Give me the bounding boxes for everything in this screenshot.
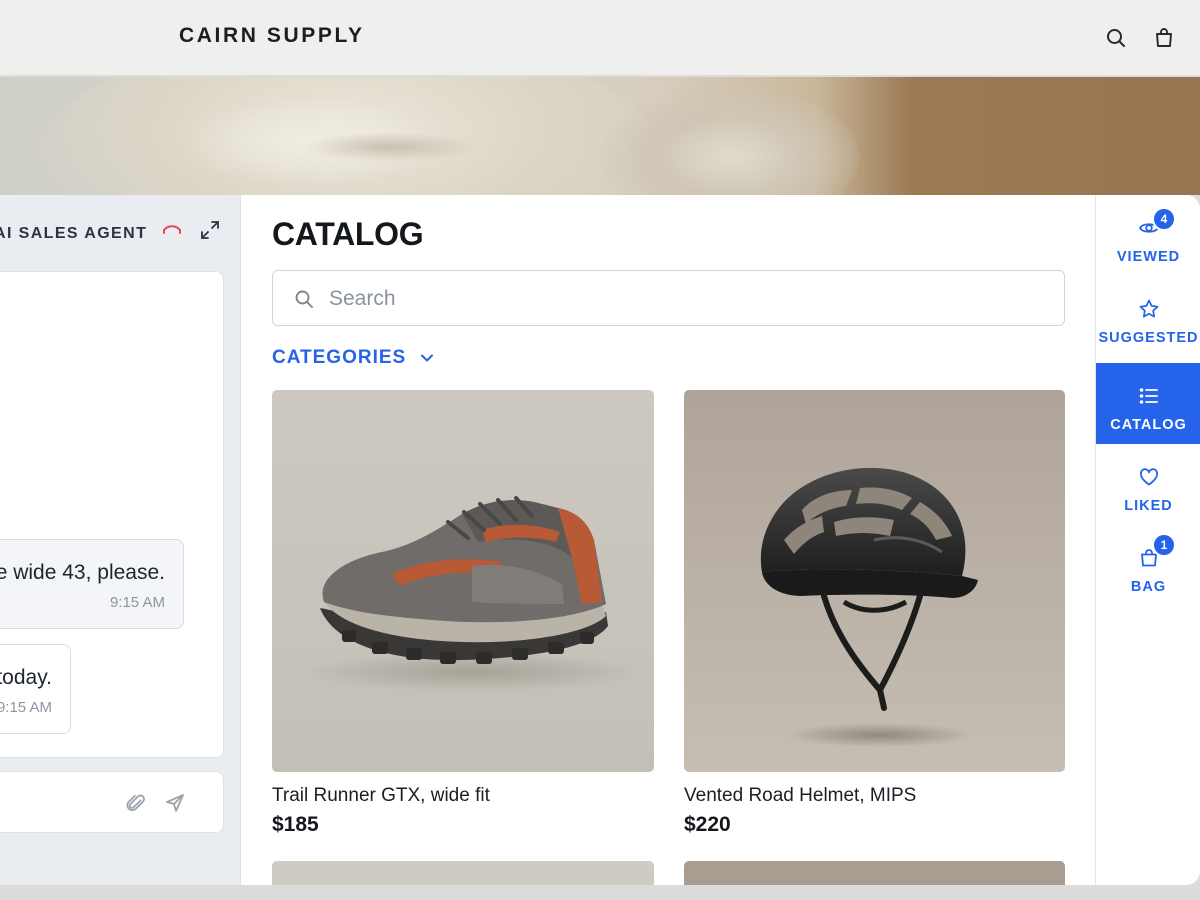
rail-item-bag[interactable]: 1 BAG: [1096, 525, 1200, 606]
product-card[interactable]: [272, 861, 654, 885]
send-icon[interactable]: [164, 792, 186, 814]
product-price: $185: [272, 813, 319, 836]
heart-icon: [1140, 468, 1158, 486]
user-message: ne wide 43, please. 9:15 AM: [0, 539, 184, 629]
search-input[interactable]: [329, 283, 1029, 315]
rail-item-label: CATALOG: [1110, 417, 1187, 433]
message-text: s today.: [0, 666, 52, 689]
rail-item-catalog[interactable]: CATALOG: [1096, 363, 1200, 444]
product-image[interactable]: [272, 861, 654, 885]
product-image[interactable]: [684, 861, 1065, 885]
brand-logo[interactable]: CAIRN SUPPLY: [179, 24, 365, 48]
product-card[interactable]: [684, 861, 1065, 885]
message-text: ne wide 43, please.: [0, 561, 165, 584]
product-card[interactable]: Vented Road Helmet, MIPS $220: [684, 390, 1065, 837]
side-rail: 4 VIEWED SUGGESTED CATALOG LIKED 1 BAG: [1095, 195, 1200, 885]
list-icon: [1139, 388, 1158, 404]
product-name[interactable]: Trail Runner GTX, wide fit: [272, 785, 654, 807]
search-field[interactable]: [272, 270, 1065, 326]
shopping-bag-icon[interactable]: [1152, 26, 1176, 50]
rail-item-viewed[interactable]: 4 VIEWED: [1096, 195, 1200, 276]
rail-item-suggested[interactable]: SUGGESTED: [1096, 276, 1200, 357]
product-price: $220: [684, 813, 731, 836]
rail-item-label: BAG: [1130, 579, 1167, 595]
viewed-badge: 4: [1152, 207, 1176, 231]
star-icon: [1139, 299, 1159, 318]
expand-icon[interactable]: [199, 219, 221, 241]
product-image[interactable]: [272, 390, 654, 772]
rail-item-label: VIEWED: [1116, 249, 1181, 265]
product-card[interactable]: Trail Runner GTX, wide fit $185: [272, 390, 654, 837]
chat-messages[interactable]: ne wide 43, please. 9:15 AM s today. 9:1…: [0, 271, 224, 758]
main-panel: AI SALES AGENT ne wide 43, please. 9:15 …: [0, 195, 1200, 885]
message-input[interactable]: [1, 788, 141, 818]
search-icon[interactable]: [1104, 26, 1128, 50]
categories-dropdown[interactable]: CATEGORIES: [272, 345, 436, 371]
product-image[interactable]: [684, 390, 1065, 772]
top-bar: CAIRN SUPPLY: [0, 0, 1200, 76]
catalog-section: CATALOG CATEGORIES: [242, 195, 1095, 885]
message-time: 9:15 AM: [109, 594, 165, 611]
hang-up-icon[interactable]: [161, 221, 183, 237]
chevron-down-icon: [421, 354, 434, 362]
product-name[interactable]: Vented Road Helmet, MIPS: [684, 785, 1065, 807]
chat-composer: [0, 771, 224, 833]
chat-panel: AI SALES AGENT ne wide 43, please. 9:15 …: [0, 195, 241, 885]
chat-title: AI SALES AGENT: [0, 225, 148, 242]
message-time: 9:15 AM: [0, 699, 52, 716]
rail-item-liked[interactable]: LIKED: [1096, 444, 1200, 525]
bag-badge: 1: [1152, 533, 1176, 557]
hero-image: [0, 77, 1200, 195]
search-icon: [295, 290, 313, 308]
categories-label: CATEGORIES: [272, 347, 407, 368]
attach-icon[interactable]: [125, 792, 147, 814]
rail-item-label: LIKED: [1124, 498, 1173, 514]
agent-message: s today. 9:15 AM: [0, 644, 71, 734]
page-title: CATALOG: [272, 216, 424, 252]
rail-item-label: SUGGESTED: [1098, 330, 1199, 346]
